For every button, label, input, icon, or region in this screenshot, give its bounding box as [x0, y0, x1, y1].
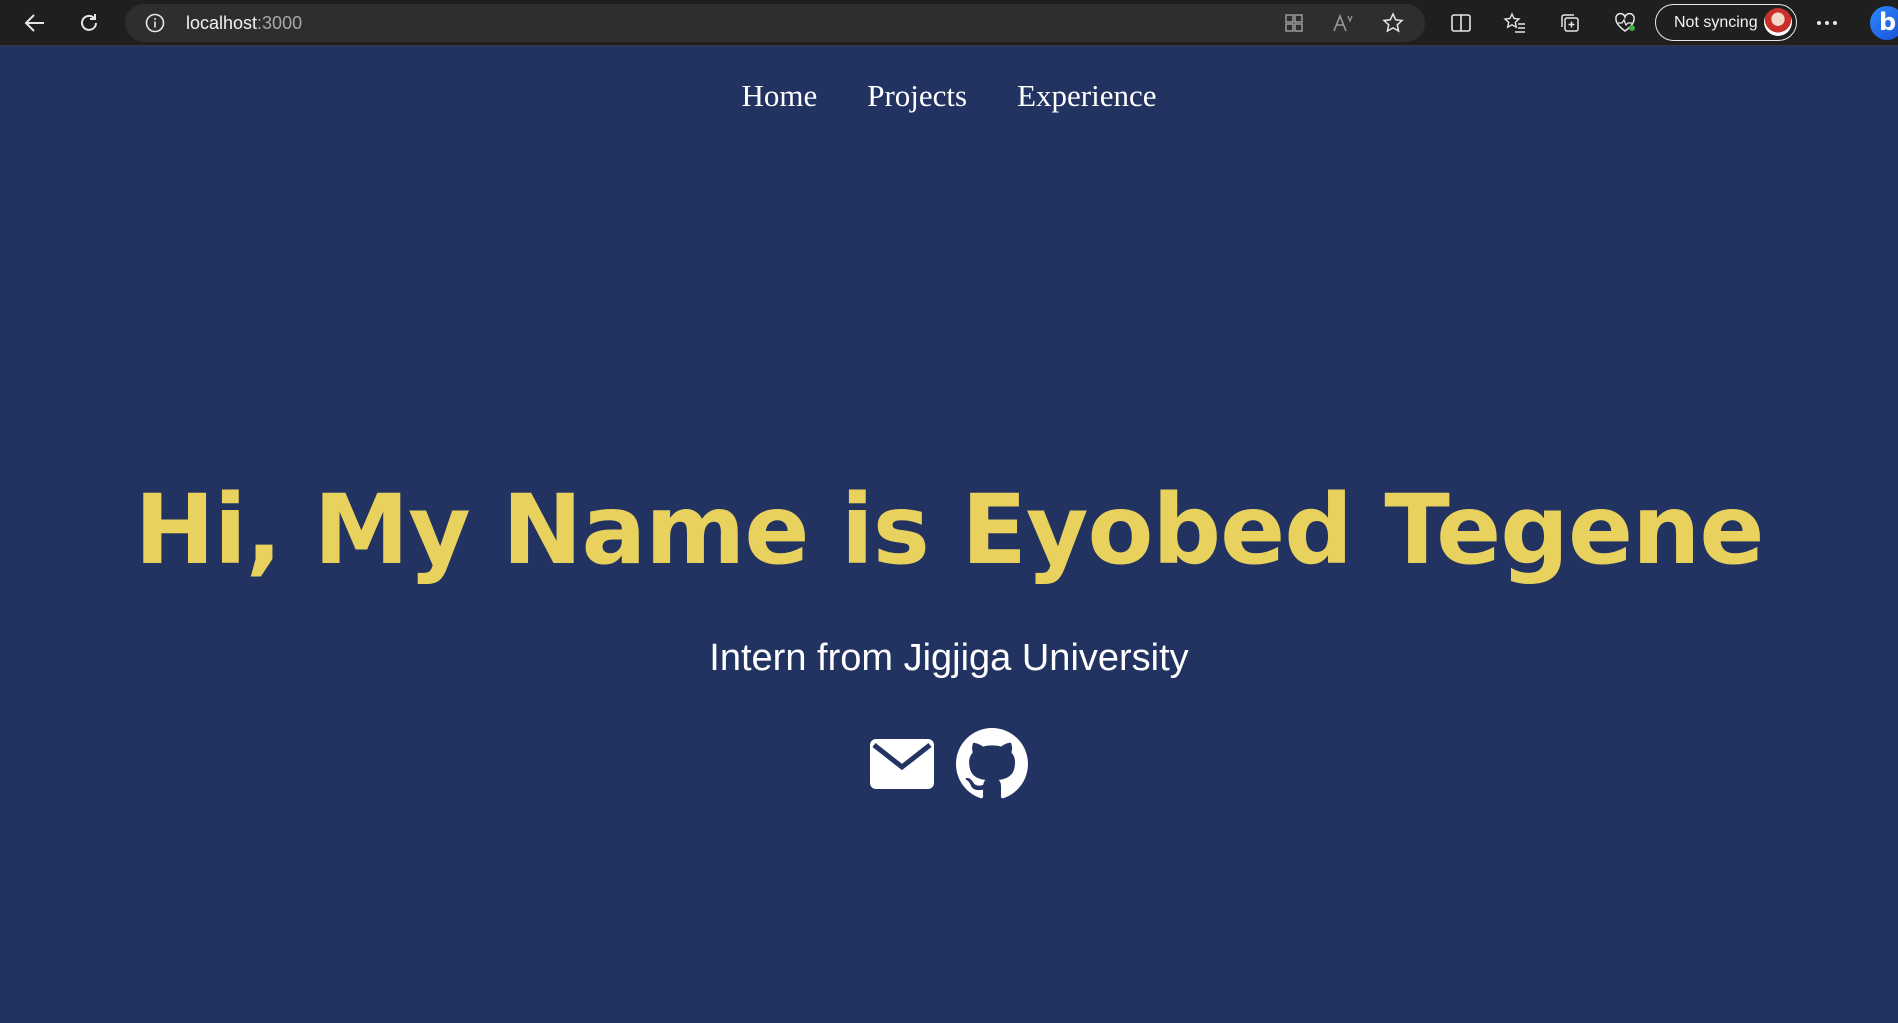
- main-nav: Home Projects Experience: [0, 78, 1898, 114]
- heart-pulse-icon: [1615, 12, 1635, 32]
- hero-title: Hi, My Name is Eyobed Tegene: [134, 474, 1764, 586]
- mail-icon: [870, 739, 934, 789]
- back-button[interactable]: [18, 6, 52, 40]
- url-host: localhost: [186, 13, 258, 33]
- favorites-button[interactable]: [1498, 6, 1532, 40]
- email-link[interactable]: [870, 737, 934, 791]
- apps-grid-icon: [1285, 14, 1303, 32]
- profile-sync-button[interactable]: Not syncing: [1655, 4, 1797, 41]
- app-available-button[interactable]: [1281, 10, 1307, 36]
- browser-essentials-button[interactable]: [1608, 6, 1642, 40]
- nav-link-experience[interactable]: Experience: [1017, 78, 1156, 114]
- refresh-button[interactable]: [72, 6, 106, 40]
- copilot-icon[interactable]: b: [1870, 6, 1898, 40]
- nav-link-projects[interactable]: Projects: [867, 78, 967, 114]
- read-aloud-button[interactable]: [1330, 10, 1356, 36]
- site-info-icon[interactable]: [145, 13, 165, 33]
- more-options-button[interactable]: [1810, 6, 1844, 40]
- read-aloud-icon: [1333, 13, 1353, 32]
- github-icon: [956, 728, 1028, 799]
- url-text: localhost:3000: [186, 13, 302, 34]
- address-bar[interactable]: localhost:3000: [125, 4, 1425, 42]
- nav-link-home[interactable]: Home: [741, 78, 817, 114]
- collections-icon: [1561, 14, 1579, 32]
- browser-toolbar: localhost:3000 Not syncing b: [0, 0, 1898, 46]
- url-port: :3000: [257, 13, 303, 33]
- collections-button[interactable]: [1553, 6, 1587, 40]
- copilot-glyph: b: [1879, 8, 1897, 36]
- hero-subtitle: Intern from Jigjiga University: [709, 637, 1189, 679]
- favorite-button[interactable]: [1380, 10, 1406, 36]
- social-links: [0, 728, 1898, 800]
- favorites-list-icon: [1503, 12, 1525, 33]
- avatar: [1764, 8, 1792, 36]
- star-icon: [1382, 12, 1404, 33]
- refresh-icon: [81, 14, 97, 31]
- split-screen-icon: [1451, 14, 1471, 32]
- sync-status-label: Not syncing: [1674, 14, 1758, 31]
- back-arrow-icon: [24, 14, 44, 32]
- split-screen-button[interactable]: [1444, 6, 1478, 40]
- github-link[interactable]: [956, 728, 1028, 800]
- ellipsis-icon: [1817, 21, 1837, 25]
